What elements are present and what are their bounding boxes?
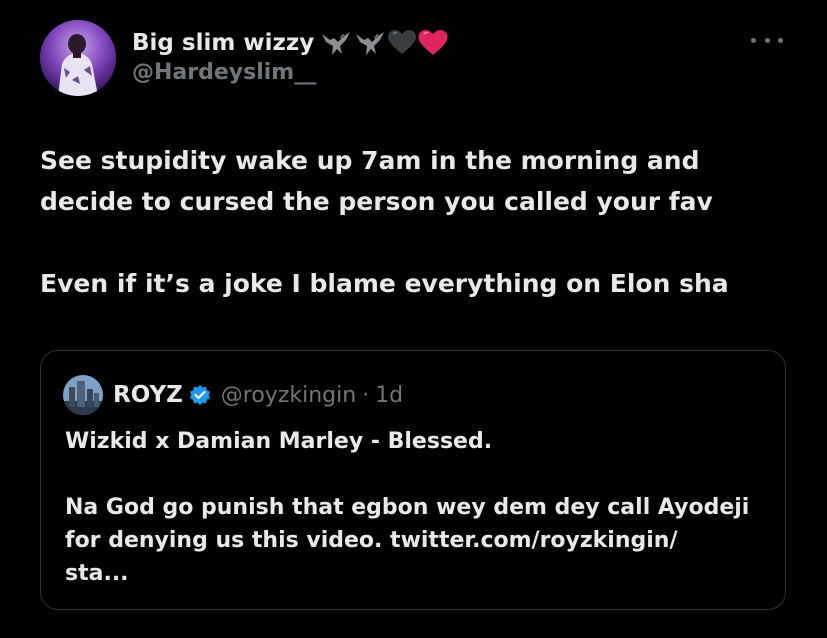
quoted-timestamp[interactable]: 1d bbox=[375, 383, 403, 408]
name-emojis bbox=[320, 28, 448, 58]
author-name-row[interactable]: Big slim wizzy bbox=[132, 26, 448, 60]
tweet-text-line: decide to cursed the person you called y… bbox=[40, 187, 713, 216]
tweet-header: Big slim wizzy @Hardeyslim__ bbox=[132, 26, 448, 85]
dot-icon bbox=[764, 37, 770, 43]
eagle-icon bbox=[322, 32, 351, 55]
author-avatar[interactable] bbox=[40, 20, 116, 96]
red-heart-icon bbox=[418, 29, 448, 55]
eagle-icon bbox=[356, 32, 385, 55]
quoted-author-handle[interactable]: @royzkingin bbox=[221, 383, 356, 408]
verified-badge-icon bbox=[189, 384, 211, 406]
quoted-text-line: Na God go punish that egbon wey dem dey … bbox=[65, 495, 750, 520]
quoted-text-line: for denying us this video. twitter.com/r… bbox=[65, 528, 678, 553]
quoted-text-line: sta... bbox=[65, 561, 129, 586]
dot-icon bbox=[778, 37, 783, 43]
dot-icon bbox=[751, 37, 756, 43]
tweet-text-line: See stupidity wake up 7am in the morning… bbox=[40, 146, 700, 175]
author-display-name[interactable]: Big slim wizzy bbox=[132, 30, 314, 56]
quoted-tweet-header: ROYZ @royzkingin · 1d bbox=[63, 375, 403, 415]
quoted-tweet[interactable]: ROYZ @royzkingin · 1d Wizkid x Damian Ma… bbox=[40, 350, 786, 610]
author-handle[interactable]: @Hardeyslim__ bbox=[132, 60, 448, 85]
tweet-text-line: Even if it’s a joke I blame everything o… bbox=[40, 269, 729, 298]
tweet-text: See stupidity wake up 7am in the morning… bbox=[40, 140, 800, 304]
more-options-button[interactable] bbox=[751, 30, 783, 50]
quoted-author-avatar[interactable] bbox=[63, 375, 103, 415]
quoted-text-line: Wizkid x Damian Marley - Blessed. bbox=[65, 429, 493, 454]
black-heart-icon bbox=[388, 30, 417, 54]
quoted-author-name[interactable]: ROYZ bbox=[113, 382, 183, 408]
quoted-tweet-text: Wizkid x Damian Marley - Blessed. Na God… bbox=[65, 425, 765, 590]
separator-dot: · bbox=[362, 382, 370, 408]
